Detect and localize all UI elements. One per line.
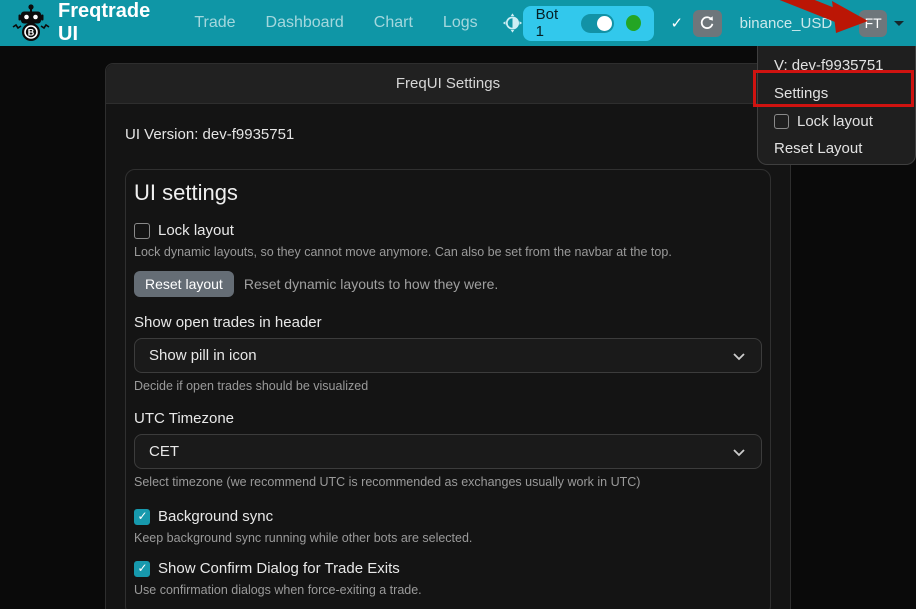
user-menu-button[interactable]: FT xyxy=(859,10,887,37)
confirm-dialog-help: Use confirmation dialogs when force-exit… xyxy=(134,583,762,597)
bot-name-label: Bot 1 xyxy=(536,6,569,40)
ui-version-text: UI Version: dev-f9935751 xyxy=(125,126,771,143)
open-trades-value: Show pill in icon xyxy=(149,347,731,364)
nav-chart[interactable]: Chart xyxy=(374,14,413,32)
confirm-dialog-label: Show Confirm Dialog for Trade Exits xyxy=(158,560,400,577)
background-sync-help: Keep background sync running while other… xyxy=(134,531,762,545)
timezone-select[interactable]: CET xyxy=(134,434,762,469)
svg-text:B: B xyxy=(28,28,35,38)
bot-online-dot xyxy=(626,15,641,31)
lock-layout-help: Lock dynamic layouts, so they cannot mov… xyxy=(134,245,762,259)
freqtrade-robot-logo: B xyxy=(12,3,50,43)
confirm-dialog-checkbox[interactable] xyxy=(134,561,150,577)
chevron-down-icon xyxy=(731,348,747,364)
timezone-value: CET xyxy=(149,443,731,460)
toggle-knob xyxy=(597,16,612,31)
reset-layout-help: Reset dynamic layouts to how they were. xyxy=(244,276,498,292)
lock-layout-label: Lock layout xyxy=(797,111,873,133)
chevron-down-icon xyxy=(894,21,904,26)
settings-card-header: FreqUI Settings xyxy=(106,64,790,104)
menu-item-reset-layout[interactable]: Reset Layout xyxy=(758,135,915,163)
nav-logs[interactable]: Logs xyxy=(443,14,478,32)
chevron-down-icon xyxy=(731,444,747,460)
background-sync-setting[interactable]: Background sync xyxy=(134,508,762,525)
ui-settings-section: UI settings Lock layout Lock dynamic lay… xyxy=(125,169,771,609)
timezone-label: UTC Timezone xyxy=(134,410,762,427)
menu-item-settings[interactable]: Settings xyxy=(758,80,915,108)
refresh-icon xyxy=(699,15,715,31)
nav-dashboard[interactable]: Dashboard xyxy=(266,14,344,32)
exchange-dropdown[interactable]: binance_USDT xyxy=(740,15,842,32)
open-trades-select[interactable]: Show pill in icon xyxy=(134,338,762,373)
bot-toggle-switch[interactable] xyxy=(581,14,615,33)
refresh-button[interactable] xyxy=(693,10,722,37)
background-sync-checkbox[interactable] xyxy=(134,509,150,525)
confirm-dialog-setting[interactable]: Show Confirm Dialog for Trade Exits xyxy=(134,560,762,577)
open-trades-label: Show open trades in header xyxy=(134,314,762,331)
navbar: B Freqtrade UI Trade Dashboard Chart Log… xyxy=(0,0,916,46)
lock-layout-setting-checkbox[interactable] xyxy=(134,223,150,239)
section-title: UI settings xyxy=(134,180,762,206)
lock-layout-setting-label: Lock layout xyxy=(158,222,234,239)
user-dropdown-menu: V: dev-f9935751 Settings Lock layout Res… xyxy=(757,46,916,165)
theme-toggle-icon[interactable] xyxy=(502,12,523,34)
login-check-icon[interactable]: ✓ xyxy=(670,14,683,32)
lock-layout-checkbox[interactable] xyxy=(774,114,789,129)
timezone-help: Select timezone (we recommend UTC is rec… xyxy=(134,475,762,489)
lock-layout-setting[interactable]: Lock layout xyxy=(134,222,762,239)
main-nav: Trade Dashboard Chart Logs xyxy=(194,14,477,32)
settings-card: FreqUI Settings UI Version: dev-f9935751… xyxy=(105,63,791,609)
menu-item-lock-layout[interactable]: Lock layout xyxy=(758,108,915,136)
reset-layout-button[interactable]: Reset layout xyxy=(134,271,234,297)
page-title: FreqUI Settings xyxy=(396,75,500,92)
bot-selector-pill[interactable]: Bot 1 xyxy=(523,6,655,41)
background-sync-label: Background sync xyxy=(158,508,273,525)
app-title[interactable]: Freqtrade UI xyxy=(58,0,170,46)
open-trades-help: Decide if open trades should be visualiz… xyxy=(134,379,762,393)
nav-trade[interactable]: Trade xyxy=(194,14,235,32)
menu-item-version[interactable]: V: dev-f9935751 xyxy=(758,52,915,80)
